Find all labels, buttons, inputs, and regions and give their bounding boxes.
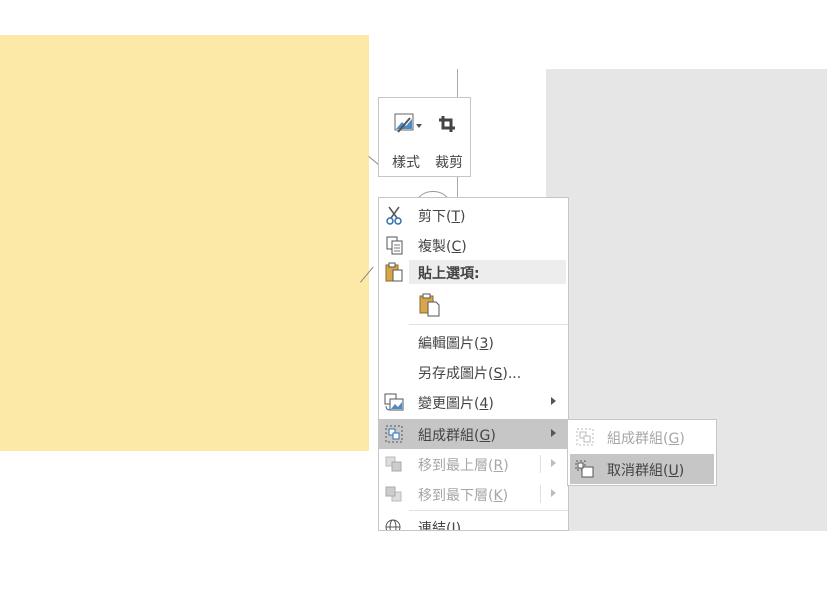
menu-item-label: 複製(C) (418, 239, 467, 255)
yellow-shape[interactable] (0, 35, 369, 451)
menu-item-group[interactable]: 組成群組(G) (379, 419, 568, 449)
menu-item-link[interactable]: 連結(I) (379, 512, 568, 531)
menu-item-cut[interactable]: 剪下(T) (379, 200, 568, 230)
menu-item-label: 移到最下層(K) (418, 488, 509, 504)
mini-toolbar: 樣式 裁剪 (378, 97, 471, 177)
crop-button[interactable]: 裁剪 (429, 106, 469, 172)
submenu-item-group[interactable]: 組成群組(G) (570, 422, 714, 452)
paste-icon (383, 262, 405, 282)
crop-label: 裁剪 (435, 155, 463, 171)
submenu-arrow-icon (551, 459, 556, 467)
bring-to-front-icon (383, 454, 405, 474)
menu-separator (409, 510, 568, 511)
menu-item-save-as-picture[interactable]: 另存成圖片(S)... (379, 357, 568, 387)
style-label: 樣式 (392, 155, 420, 171)
menu-item-label: 編輯圖片(3) (418, 336, 494, 352)
submenu-item-label: 取消群組(U) (607, 463, 685, 479)
paste-options-header: 貼上選項: (409, 260, 566, 284)
submenu-item-label: 組成群組(G) (607, 431, 685, 447)
crop-icon (429, 110, 469, 136)
style-button[interactable]: 樣式 (386, 106, 426, 172)
paste-keep-format-button[interactable] (417, 292, 443, 318)
menu-item-copy[interactable]: 複製(C) (379, 230, 568, 260)
globe-link-icon (383, 517, 405, 530)
menu-item-label: 變更圖片(4) (418, 396, 494, 412)
menu-item-edit-picture[interactable]: 編輯圖片(3) (379, 327, 568, 357)
split-separator (540, 485, 541, 503)
submenu-item-ungroup[interactable]: 取消群組(U) (570, 454, 714, 484)
menu-item-label: 連結(I) (418, 521, 462, 531)
menu-item-label: 另存成圖片(S)... (418, 366, 522, 382)
change-picture-icon (383, 392, 405, 412)
paste-options-label: 貼上選項: (418, 266, 480, 282)
menu-item-label: 移到最上層(R) (418, 458, 509, 474)
picture-style-icon (386, 110, 426, 136)
send-to-back-icon (383, 484, 405, 504)
submenu-arrow-icon (551, 397, 556, 405)
group-icon (574, 427, 596, 447)
menu-separator (409, 324, 568, 325)
menu-item-label: 組成群組(G) (418, 428, 496, 444)
submenu-arrow-icon (551, 489, 556, 497)
paste-icon (419, 293, 440, 317)
menu-item-change-picture[interactable]: 變更圖片(4) (379, 387, 568, 417)
group-submenu: 組成群組(G) 取消群組(U) (567, 419, 717, 486)
ungroup-icon (574, 459, 596, 479)
context-menu: 剪下(T) 複製(C) 貼上選項: 編輯圖片(3) 另存成圖片(S)... 變更… (378, 197, 569, 531)
menu-item-send-to-back[interactable]: 移到最下層(K) (379, 479, 568, 509)
menu-item-label: 剪下(T) (418, 209, 466, 225)
split-separator (540, 455, 541, 473)
menu-item-bring-to-front[interactable]: 移到最上層(R) (379, 449, 568, 479)
copy-icon (383, 235, 405, 255)
group-icon (383, 424, 405, 444)
scissors-icon (383, 205, 405, 225)
submenu-arrow-icon (551, 429, 556, 437)
